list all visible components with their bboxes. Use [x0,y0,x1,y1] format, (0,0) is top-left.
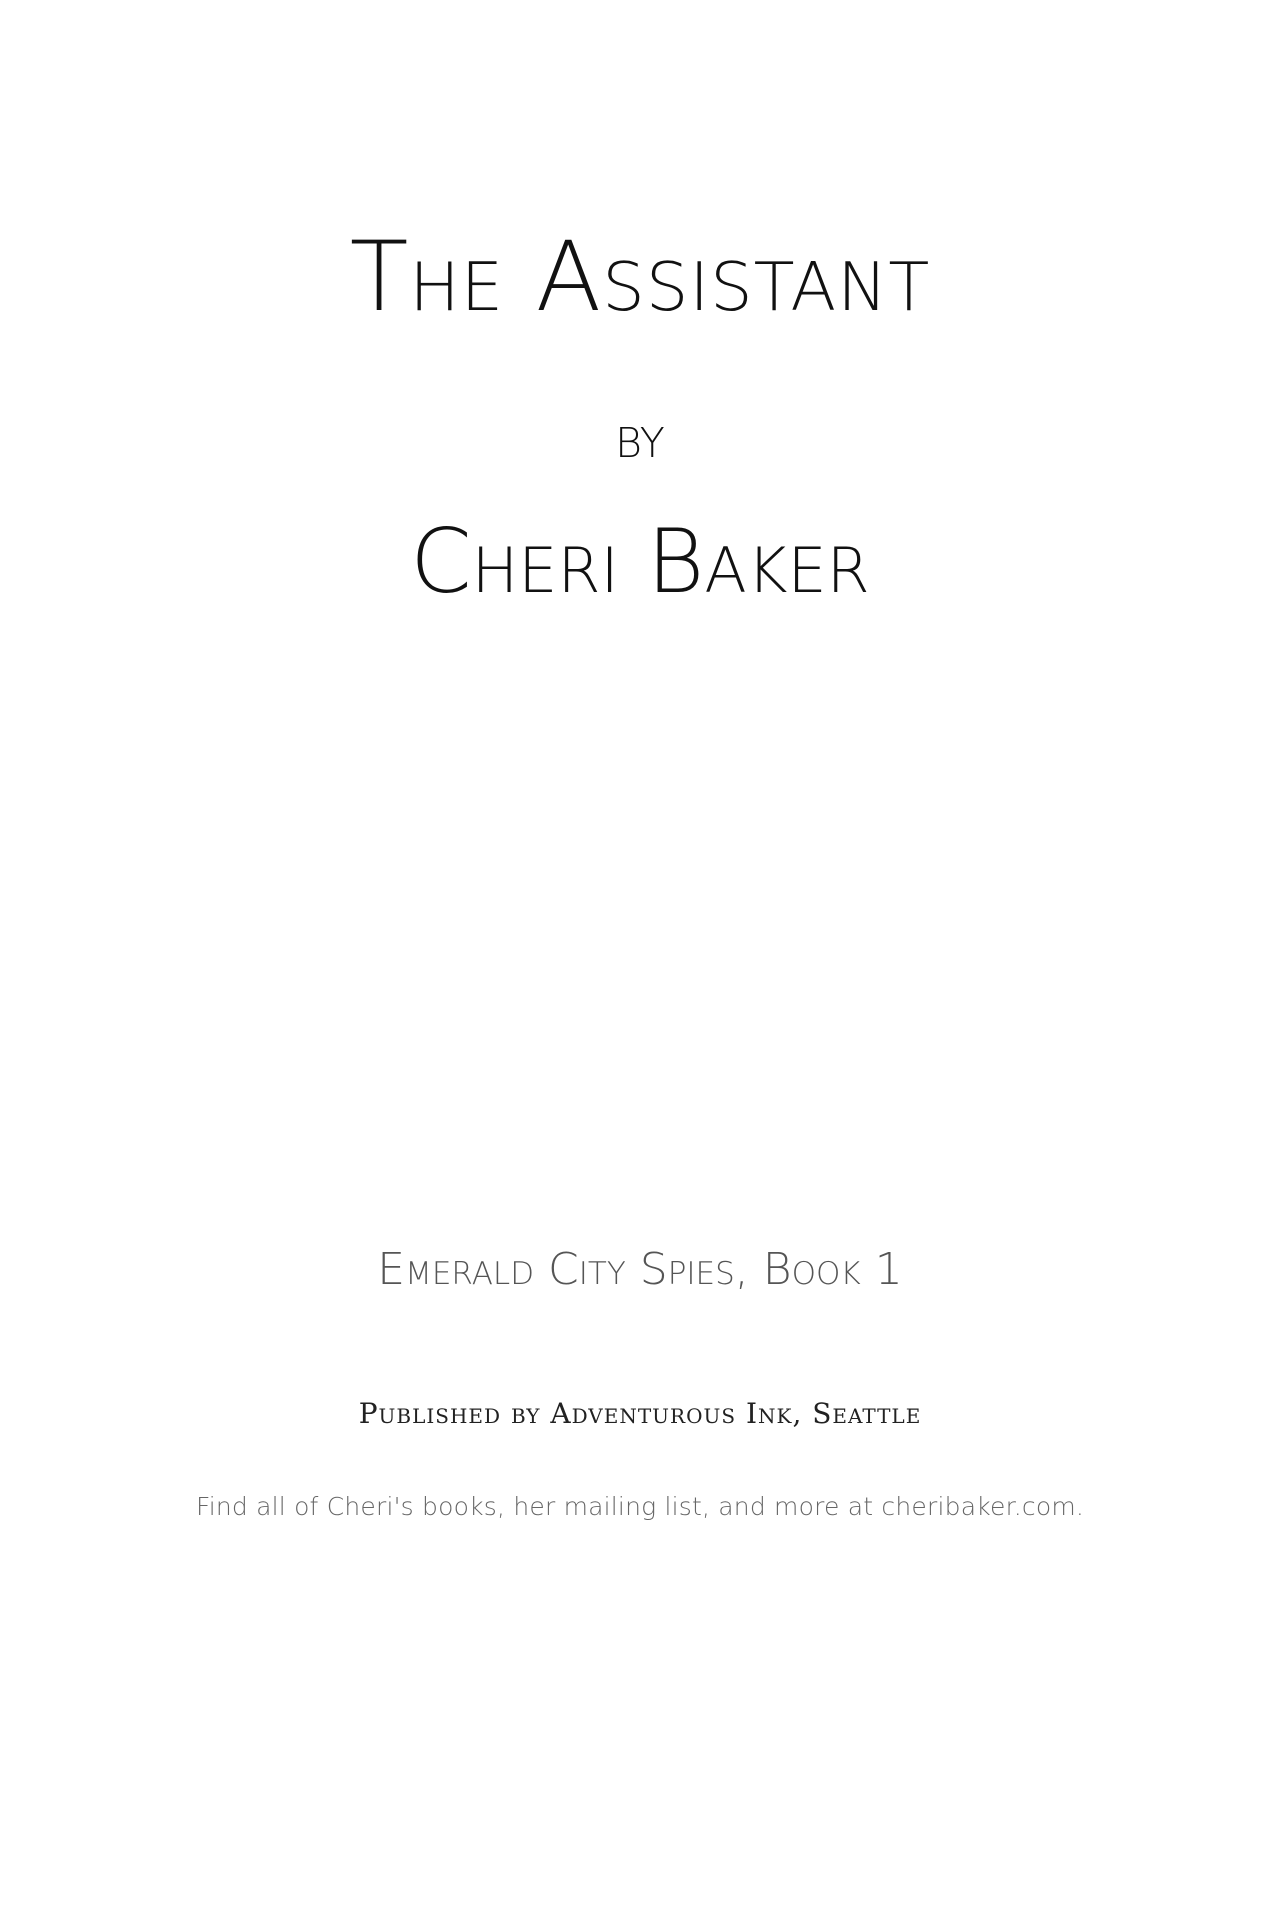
by-label: by [615,403,665,471]
author-name: Cheri Baker [410,510,870,613]
book-title: The Assistant [349,221,931,333]
website-note: Find all of Cheri's books, her mailing l… [195,1492,1085,1521]
publisher-info: Published by Adventurous Ink, Seattle [358,1397,922,1430]
series-info: Emerald City Spies, Book 1 [377,1244,903,1295]
title-page: The Assistant by Cheri Baker Emerald Cit… [0,0,1280,1920]
